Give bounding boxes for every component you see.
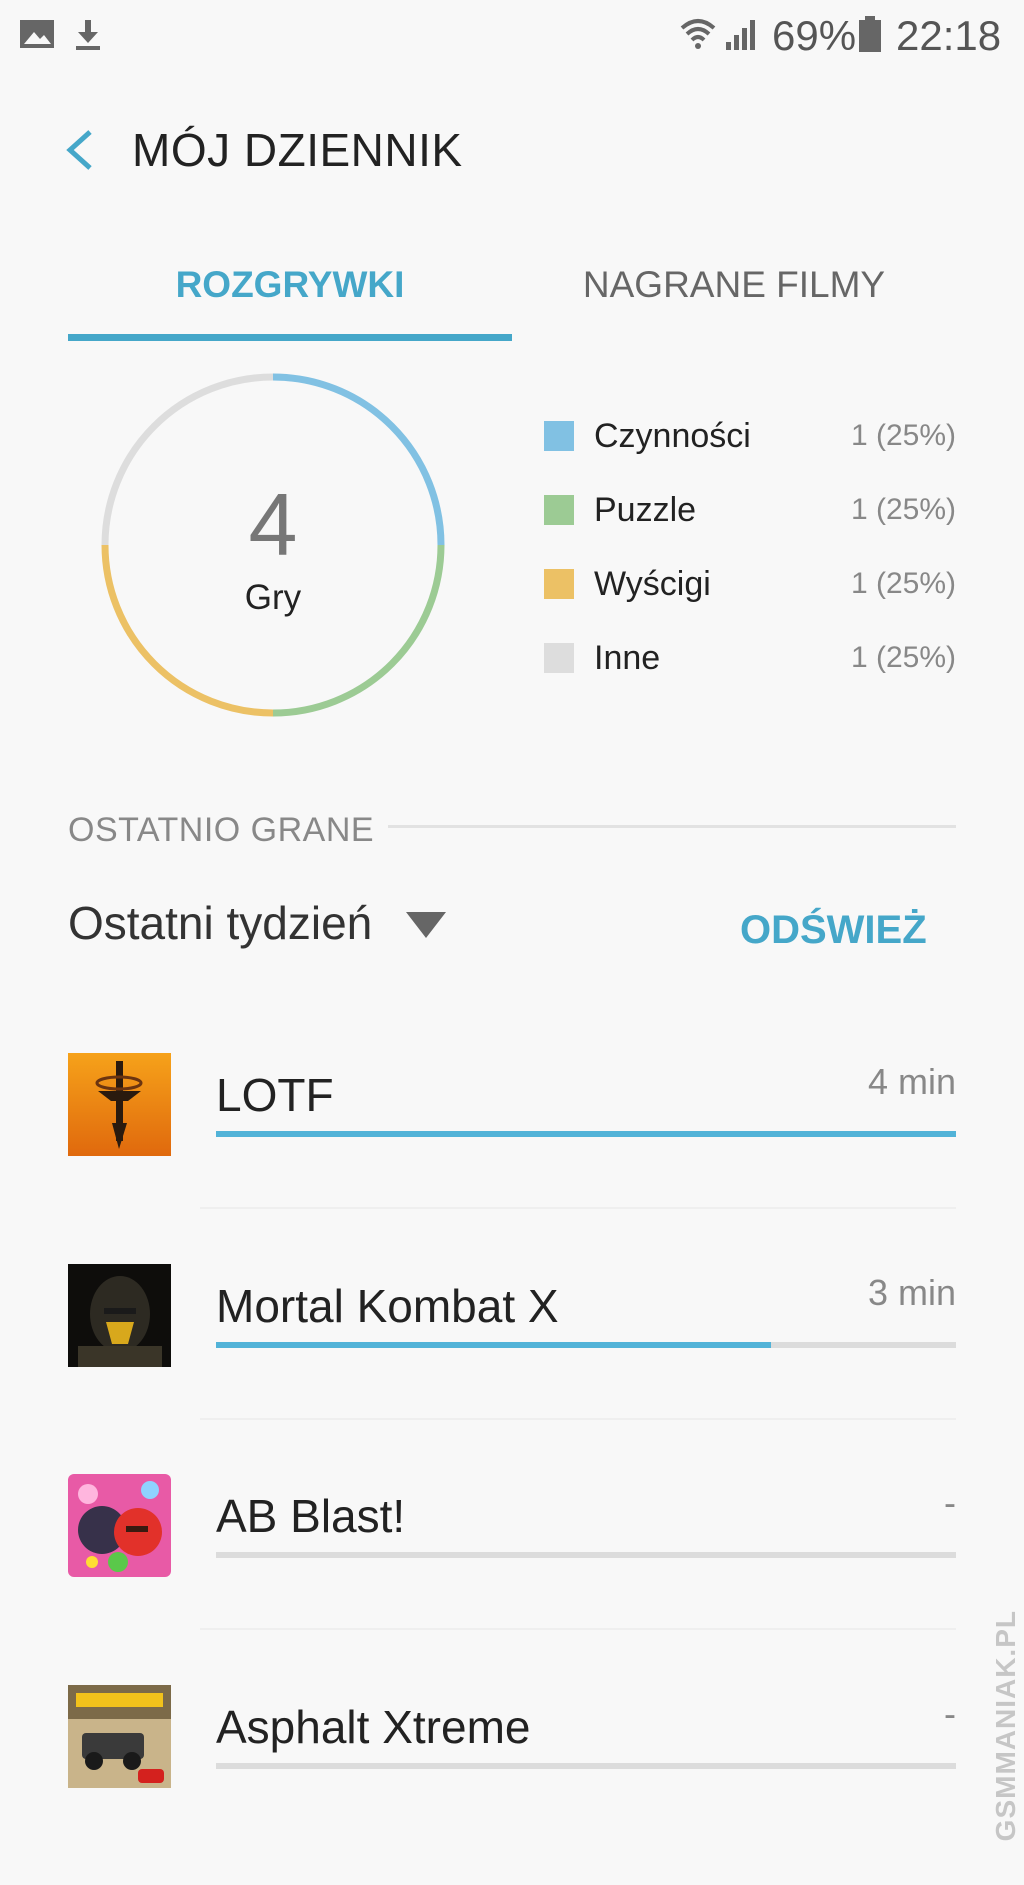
gallery-icon bbox=[20, 20, 54, 48]
legend-swatch bbox=[544, 495, 574, 525]
legend-item-puzzle: Puzzle 1 (25%) bbox=[544, 485, 956, 535]
legend-swatch bbox=[544, 421, 574, 451]
battery-icon bbox=[859, 16, 881, 52]
battery-percent: 69% bbox=[772, 12, 857, 59]
game-name: Asphalt Xtreme bbox=[216, 1701, 531, 1753]
games-count-label: Gry bbox=[244, 578, 302, 617]
legend-label: Inne bbox=[594, 639, 661, 677]
tab-rozgrywki[interactable]: ROZGRYWKI bbox=[68, 255, 512, 315]
game-progress-bar bbox=[216, 1552, 956, 1558]
ab-blast-icon bbox=[68, 1474, 171, 1577]
game-row-asphalt-xtreme[interactable]: Asphalt Xtreme - bbox=[0, 1685, 1024, 1885]
game-row-mortal-kombat-x[interactable]: Mortal Kombat X 3 min bbox=[0, 1264, 1024, 1464]
clock: 22:18 bbox=[896, 12, 1002, 59]
row-divider bbox=[200, 1418, 956, 1420]
tab-nagrane-filmy[interactable]: NAGRANE FILMY bbox=[512, 255, 956, 315]
period-dropdown[interactable]: Ostatni tydzień bbox=[68, 890, 458, 956]
lotf-icon bbox=[68, 1053, 171, 1156]
page-title: MÓJ DZIENNIK bbox=[132, 124, 463, 176]
mortal-kombat-icon bbox=[68, 1264, 171, 1367]
legend-label: Czynności bbox=[594, 417, 751, 455]
legend-label: Puzzle bbox=[594, 491, 697, 529]
legend-item-inne: Inne 1 (25%) bbox=[544, 633, 956, 683]
asphalt-xtreme-icon bbox=[68, 1685, 171, 1788]
game-progress-fill bbox=[216, 1131, 956, 1137]
games-count: 4 bbox=[248, 475, 298, 574]
game-progress-fill bbox=[216, 1342, 771, 1348]
game-time: - bbox=[944, 1693, 956, 1734]
game-name: AB Blast! bbox=[216, 1490, 406, 1542]
legend-label: Wyścigi bbox=[594, 565, 711, 603]
game-name: LOTF bbox=[216, 1069, 334, 1121]
section-divider bbox=[388, 825, 956, 828]
game-progress-bar bbox=[216, 1342, 956, 1348]
legend-value: 1 (25%) bbox=[850, 419, 956, 452]
legend-swatch bbox=[544, 569, 574, 599]
chevron-left-icon bbox=[66, 130, 92, 170]
section-header-recent: OSTATNIO GRANE bbox=[68, 811, 375, 849]
back-button[interactable] bbox=[60, 120, 108, 180]
game-progress-bar bbox=[216, 1763, 956, 1769]
period-value: Ostatni tydzień bbox=[68, 897, 373, 949]
legend-value: 1 (25%) bbox=[850, 567, 956, 600]
game-row-lotf[interactable]: LOTF 4 min bbox=[0, 1053, 1024, 1253]
game-time: - bbox=[944, 1482, 956, 1523]
dropdown-arrow-icon bbox=[406, 912, 446, 938]
status-bar: 69% 22:18 bbox=[0, 0, 1024, 72]
legend-item-czynnosci: Czynności 1 (25%) bbox=[544, 411, 956, 461]
legend-swatch bbox=[544, 643, 574, 673]
game-progress-bar bbox=[216, 1131, 956, 1137]
row-divider bbox=[200, 1207, 956, 1209]
legend-value: 1 (25%) bbox=[850, 493, 956, 526]
watermark: GSMMANIAK.PL bbox=[990, 1610, 1021, 1842]
legend-value: 1 (25%) bbox=[850, 641, 956, 674]
game-name: Mortal Kombat X bbox=[216, 1280, 559, 1332]
signal-icon bbox=[726, 20, 755, 50]
game-row-ab-blast[interactable]: AB Blast! - bbox=[0, 1474, 1024, 1674]
row-divider bbox=[200, 1628, 956, 1630]
legend-item-wyscigi: Wyścigi 1 (25%) bbox=[544, 559, 956, 609]
tab-indicator bbox=[68, 334, 512, 341]
game-time: 4 min bbox=[867, 1061, 956, 1102]
refresh-button[interactable]: ODŚWIEŻ bbox=[740, 900, 927, 960]
game-time: 3 min bbox=[867, 1272, 956, 1313]
download-icon bbox=[76, 20, 100, 50]
wifi-icon bbox=[680, 19, 716, 49]
